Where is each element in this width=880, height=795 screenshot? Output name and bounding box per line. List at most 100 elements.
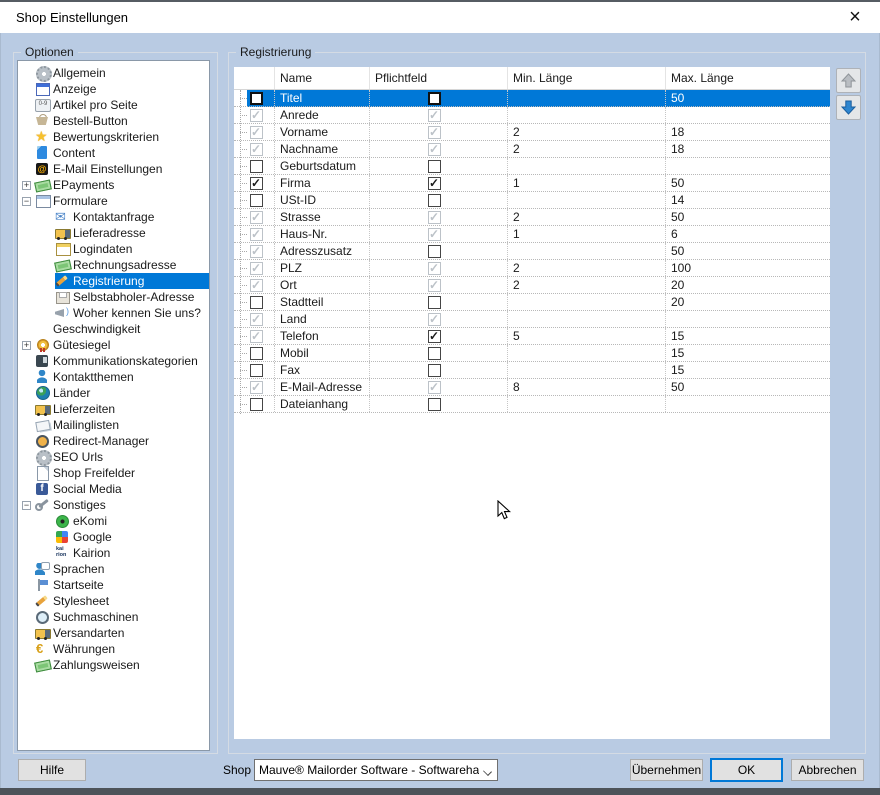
field-required-checkbox[interactable] (428, 245, 441, 258)
tree-item-shop-freifelder[interactable]: Shop Freifelder (18, 465, 209, 481)
column-header-max-laenge[interactable]: Max. Länge (666, 67, 830, 89)
table-row-adresszusatz[interactable]: Adresszusatz 50 (234, 243, 830, 260)
tree-item-allgemein[interactable]: Allgemein (18, 65, 209, 81)
table-row-geburtsdatum[interactable]: Geburtsdatum (234, 158, 830, 175)
tree-item-ekomi[interactable]: eKomi (18, 513, 209, 529)
table-row-vorname[interactable]: Vorname 2 18 (234, 124, 830, 141)
tree-item-seo-urls[interactable]: SEO Urls (18, 449, 209, 465)
table-row-ort[interactable]: Ort 2 20 (234, 277, 830, 294)
table-row-nachname[interactable]: Nachname 2 18 (234, 141, 830, 158)
field-required-checkbox[interactable] (428, 398, 441, 411)
tree-item-startseite[interactable]: Startseite (18, 577, 209, 593)
tree-item-g-tesiegel[interactable]: + Gütesiegel (18, 337, 209, 353)
table-row-stadtteil[interactable]: Stadtteil 20 (234, 294, 830, 311)
ok-button[interactable]: OK (710, 758, 783, 782)
field-enabled-checkbox[interactable] (250, 143, 263, 156)
field-required-checkbox[interactable] (428, 126, 441, 139)
field-enabled-checkbox[interactable] (250, 228, 263, 241)
field-enabled-checkbox[interactable] (250, 262, 263, 275)
tree-item-suchmaschinen[interactable]: Suchmaschinen (18, 609, 209, 625)
field-enabled-checkbox[interactable] (250, 245, 263, 258)
tree-item-versandarten[interactable]: Versandarten (18, 625, 209, 641)
table-row-e-mail-adresse[interactable]: E-Mail-Adresse 8 50 (234, 379, 830, 396)
table-row-plz[interactable]: PLZ 2 100 (234, 260, 830, 277)
move-up-button[interactable] (836, 68, 861, 93)
help-button[interactable]: Hilfe (18, 759, 86, 781)
table-row-haus-nr[interactable]: Haus-Nr. 1 6 (234, 226, 830, 243)
field-enabled-checkbox[interactable] (250, 330, 263, 343)
move-down-button[interactable] (836, 95, 861, 120)
field-required-checkbox[interactable] (428, 211, 441, 224)
table-row-firma[interactable]: Firma 1 50 (234, 175, 830, 192)
tree-item-rechnungsadresse[interactable]: Rechnungsadresse (18, 257, 209, 273)
field-required-checkbox[interactable] (428, 347, 441, 360)
tree-item-l-nder[interactable]: Länder (18, 385, 209, 401)
tree-item-kommunikationskategorien[interactable]: Kommunikationskategorien (18, 353, 209, 369)
tree-item-mailinglisten[interactable]: Mailinglisten (18, 417, 209, 433)
tree-item-kontaktanfrage[interactable]: Kontaktanfrage (18, 209, 209, 225)
cancel-button[interactable]: Abbrechen (791, 759, 864, 781)
field-enabled-checkbox[interactable] (250, 381, 263, 394)
field-enabled-checkbox[interactable] (250, 160, 263, 173)
expand-plus-icon[interactable]: + (22, 181, 31, 190)
field-required-checkbox[interactable] (428, 364, 441, 377)
field-required-checkbox[interactable] (428, 143, 441, 156)
field-enabled-checkbox[interactable] (250, 92, 263, 105)
tree-item-woher-kennen-sie-uns[interactable]: Woher kennen Sie uns? (18, 305, 209, 321)
column-header-min-laenge[interactable]: Min. Länge (508, 67, 666, 89)
expand-plus-icon[interactable]: + (22, 341, 31, 350)
field-required-checkbox[interactable] (428, 279, 441, 292)
table-row-anrede[interactable]: Anrede (234, 107, 830, 124)
table-row-land[interactable]: Land (234, 311, 830, 328)
field-required-checkbox[interactable] (428, 296, 441, 309)
field-enabled-checkbox[interactable] (250, 347, 263, 360)
field-enabled-checkbox[interactable] (250, 177, 263, 190)
table-row-strasse[interactable]: Strasse 2 50 (234, 209, 830, 226)
tree-item-social-media[interactable]: Social Media (18, 481, 209, 497)
apply-button[interactable]: Übernehmen (630, 759, 703, 781)
tree-item-bestell-button[interactable]: Bestell-Button (18, 113, 209, 129)
field-required-checkbox[interactable] (428, 262, 441, 275)
tree-item-sonstiges[interactable]: − Sonstiges (18, 497, 209, 513)
shop-select[interactable]: Mauve® Mailorder Software - Softwarehaus… (254, 759, 498, 781)
field-required-checkbox[interactable] (428, 177, 441, 190)
field-required-checkbox[interactable] (428, 228, 441, 241)
tree-item-kontaktthemen[interactable]: Kontaktthemen (18, 369, 209, 385)
field-required-checkbox[interactable] (428, 160, 441, 173)
collapse-minus-icon[interactable]: − (22, 501, 31, 510)
field-enabled-checkbox[interactable] (250, 126, 263, 139)
table-row-telefon[interactable]: Telefon 5 15 (234, 328, 830, 345)
table-row-ust-id[interactable]: USt-ID 14 (234, 192, 830, 209)
tree-item-redirect-manager[interactable]: Redirect-Manager (18, 433, 209, 449)
column-header-select[interactable] (234, 67, 275, 89)
field-enabled-checkbox[interactable] (250, 279, 263, 292)
field-required-checkbox[interactable] (428, 381, 441, 394)
tree-item-registrierung[interactable]: Registrierung (18, 273, 209, 289)
field-required-checkbox[interactable] (428, 330, 441, 343)
field-enabled-checkbox[interactable] (250, 313, 263, 326)
column-header-name[interactable]: Name (275, 67, 370, 89)
tree-item-epayments[interactable]: + EPayments (18, 177, 209, 193)
tree-item-zahlungsweisen[interactable]: Zahlungsweisen (18, 657, 209, 673)
tree-item-lieferadresse[interactable]: Lieferadresse (18, 225, 209, 241)
chevron-down-icon[interactable] (479, 760, 497, 780)
tree-item-kairion[interactable]: Kairion (18, 545, 209, 561)
field-required-checkbox[interactable] (428, 194, 441, 207)
tree-item-logindaten[interactable]: Logindaten (18, 241, 209, 257)
tree-item-w-hrungen[interactable]: Währungen (18, 641, 209, 657)
field-required-checkbox[interactable] (428, 313, 441, 326)
table-row-mobil[interactable]: Mobil 15 (234, 345, 830, 362)
table-row-fax[interactable]: Fax 15 (234, 362, 830, 379)
tree-item-artikel-pro-seite[interactable]: Artikel pro Seite (18, 97, 209, 113)
collapse-minus-icon[interactable]: − (22, 197, 31, 206)
table-row-titel[interactable]: Titel 50 (234, 90, 830, 107)
tree-item-anzeige[interactable]: Anzeige (18, 81, 209, 97)
table-row-dateianhang[interactable]: Dateianhang (234, 396, 830, 413)
field-enabled-checkbox[interactable] (250, 211, 263, 224)
field-enabled-checkbox[interactable] (250, 364, 263, 377)
field-enabled-checkbox[interactable] (250, 398, 263, 411)
tree-item-google[interactable]: Google (18, 529, 209, 545)
tree-item-content[interactable]: Content (18, 145, 209, 161)
tree-item-bewertungskriterien[interactable]: Bewertungskriterien (18, 129, 209, 145)
tree-item-sprachen[interactable]: Sprachen (18, 561, 209, 577)
